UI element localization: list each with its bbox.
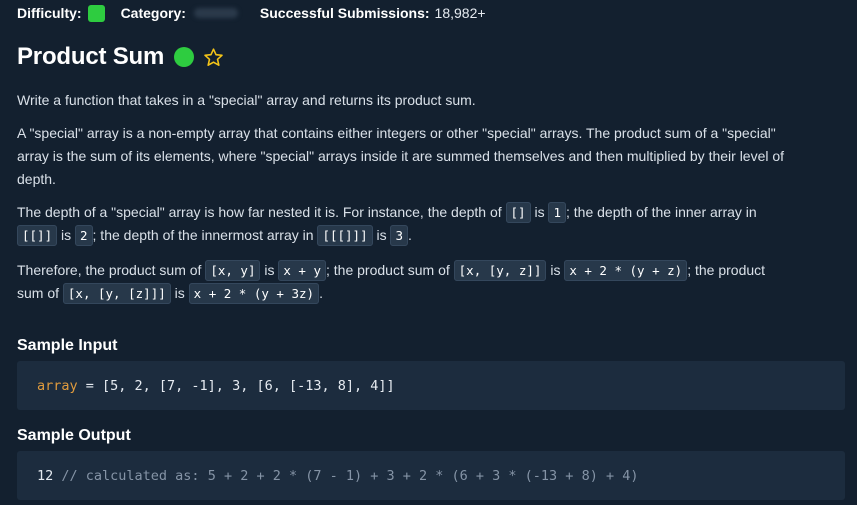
code-comment: // calculated as: 5 + 2 + 2 * (7 - 1) + … [53, 467, 639, 484]
text-span: is [546, 262, 565, 278]
sample-output-heading: Sample Output [17, 427, 131, 444]
text-span: is [260, 262, 279, 278]
inline-code: 2 [75, 225, 93, 246]
text-span: is [530, 204, 549, 220]
sample-output-code[interactable]: 12 // calculated as: 5 + 2 + 2 * (7 - 1)… [17, 451, 845, 500]
text-span: The depth of a "special" array is how fa… [17, 204, 506, 220]
difficulty-label: Difficulty: [17, 5, 82, 21]
text-span: . [319, 285, 323, 301]
description-paragraph-2: A "special" array is a non-empty array t… [17, 122, 842, 191]
code-text: = [5, 2, [7, -1], 3, [6, [-13, 8], 4]] [77, 377, 395, 394]
submissions-label: Successful Submissions: [259, 5, 430, 21]
code-value: 12 [37, 467, 54, 484]
text-span: Therefore, the product sum of [17, 262, 206, 278]
problem-page: Difficulty: Category: Successful Submiss… [0, 0, 857, 505]
text-span: sum of [17, 285, 63, 301]
text-span: ; the depth of the inner array in [566, 204, 757, 220]
inline-code: [[[]]] [317, 225, 373, 246]
sample-input-code[interactable]: array = [5, 2, [7, -1], 3, [6, [-13, 8],… [17, 361, 845, 410]
completed-dot-icon [174, 47, 195, 67]
category-value-redacted [193, 8, 238, 18]
star-outline-icon[interactable] [203, 47, 224, 68]
inline-code: [x, [y, z]] [453, 260, 547, 281]
problem-meta-bar: Difficulty: Category: Successful Submiss… [17, 4, 486, 22]
inline-code: x + 2 * (y + z) [564, 260, 688, 281]
problem-title: Product Sum [17, 43, 165, 70]
description-line: A "special" array is a non-empty array t… [17, 125, 776, 141]
inline-code: 1 [548, 202, 567, 223]
category-label: Category: [120, 5, 186, 21]
text-span: is [372, 227, 391, 243]
difficulty-indicator [87, 4, 105, 22]
inline-code: x + y [278, 260, 327, 281]
text-span: ; the product sum of [326, 262, 454, 278]
inline-code: [[]] [17, 225, 58, 246]
submissions-count: 18,982+ [434, 5, 486, 21]
description-line: depth. [17, 171, 56, 187]
description-paragraph-3: The depth of a "special" array is how fa… [17, 201, 842, 247]
description-paragraph-1: Write a function that takes in a "specia… [17, 92, 476, 108]
text-span: is [170, 285, 189, 301]
problem-title-row: Product Sum [17, 40, 224, 74]
text-span: ; the depth of the innermost array in [92, 227, 318, 243]
inline-code: [x, y] [205, 260, 261, 281]
description-paragraph-4: Therefore, the product sum of [x, y] is … [17, 259, 842, 305]
inline-code: [x, [y, [z]]] [62, 283, 171, 304]
text-span: . [408, 227, 412, 243]
code-variable: array [37, 377, 78, 394]
text-span: is [57, 227, 75, 243]
sample-input-heading: Sample Input [17, 337, 118, 354]
inline-code: x + 2 * (y + 3z) [188, 283, 320, 304]
inline-code: [] [505, 202, 531, 223]
description-line: array is the sum of its elements, where … [17, 148, 785, 164]
inline-code: 3 [390, 225, 409, 246]
text-span: ; the product [687, 262, 766, 278]
